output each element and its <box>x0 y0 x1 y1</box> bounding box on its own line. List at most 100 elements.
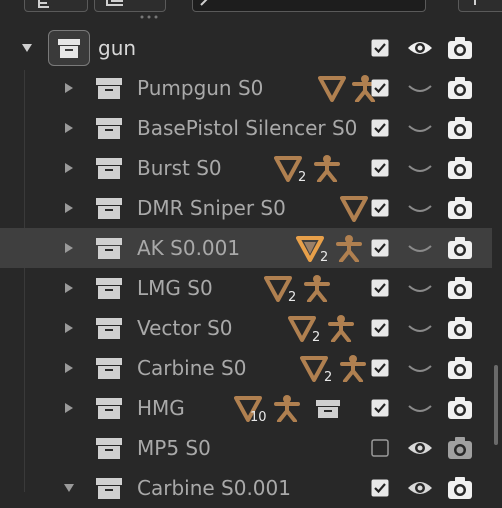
armature-icon[interactable] <box>314 154 340 182</box>
expand-down-icon[interactable] <box>20 41 34 55</box>
filter-options-button[interactable] <box>458 0 502 12</box>
camera-icon[interactable] <box>446 155 474 181</box>
exclude-checkbox[interactable] <box>371 479 389 497</box>
expand-down-icon[interactable] <box>62 481 76 495</box>
funnel-icon <box>474 0 476 5</box>
expand-right-icon[interactable] <box>62 161 76 175</box>
collection-icon <box>96 478 122 499</box>
camera-icon[interactable] <box>446 435 474 461</box>
exclude-checkbox[interactable] <box>371 39 389 57</box>
object-row[interactable]: Pumpgun S0 <box>0 68 492 108</box>
eye-closed-icon[interactable] <box>406 76 434 100</box>
object-row[interactable]: LMG S0 2 <box>0 268 492 308</box>
camera-icon[interactable] <box>446 275 474 301</box>
object-row[interactable]: Burst S0 2 <box>0 148 492 188</box>
armature-icon[interactable] <box>304 274 330 302</box>
mesh-data-icon[interactable] <box>318 74 346 102</box>
eye-closed-icon[interactable] <box>406 356 434 380</box>
layers-icon <box>106 0 123 6</box>
modifier-count: 2 <box>288 290 297 305</box>
object-name: Carbine S0 <box>137 356 247 380</box>
eye-closed-icon[interactable] <box>406 396 434 420</box>
object-name: Burst S0 <box>137 156 222 180</box>
object-name: AK S0.001 <box>137 236 241 260</box>
camera-icon[interactable] <box>446 115 474 141</box>
exclude-checkbox[interactable] <box>371 199 389 217</box>
collection-icon[interactable] <box>314 394 342 422</box>
eye-closed-icon[interactable] <box>406 196 434 220</box>
exclude-checkbox[interactable] <box>371 319 389 337</box>
eye-icon[interactable] <box>406 436 434 460</box>
camera-icon[interactable] <box>446 395 474 421</box>
object-name: Pumpgun S0 <box>137 76 264 100</box>
camera-icon[interactable] <box>446 75 474 101</box>
eye-closed-icon[interactable] <box>406 236 434 260</box>
modifier-count: 2 <box>324 370 333 385</box>
object-row[interactable]: MP5 S0 <box>0 428 492 468</box>
collection-icon <box>96 318 122 339</box>
object-name: Vector S0 <box>137 316 233 340</box>
object-name: LMG S0 <box>137 276 213 300</box>
exclude-checkbox[interactable] <box>371 239 389 257</box>
armature-icon[interactable] <box>274 394 300 422</box>
expand-right-icon[interactable] <box>62 321 76 335</box>
exclude-checkbox[interactable] <box>371 279 389 297</box>
exclude-checkbox[interactable] <box>371 119 389 137</box>
expand-right-icon[interactable] <box>62 281 76 295</box>
mesh-data-icon[interactable] <box>340 194 368 222</box>
object-name: HMG <box>137 396 185 420</box>
eye-icon[interactable] <box>406 36 434 60</box>
camera-icon[interactable] <box>446 235 474 261</box>
object-row[interactable]: DMR Sniper S0 <box>0 188 492 228</box>
eye-closed-icon[interactable] <box>406 116 434 140</box>
armature-icon[interactable] <box>328 314 354 342</box>
collection-icon <box>96 78 122 99</box>
camera-icon[interactable] <box>446 35 474 61</box>
object-name: Carbine S0.001 <box>137 476 291 500</box>
expand-right-icon[interactable] <box>62 121 76 135</box>
expand-right-icon[interactable] <box>62 401 76 415</box>
object-row[interactable]: HMG 10 <box>0 388 492 428</box>
exclude-checkbox[interactable] <box>371 79 389 97</box>
eye-closed-icon[interactable] <box>406 316 434 340</box>
expand-right-icon[interactable] <box>62 201 76 215</box>
search-input[interactable] <box>192 0 426 12</box>
collection-icon <box>96 158 122 179</box>
hierarchy-icon <box>38 0 49 8</box>
eye-closed-icon[interactable] <box>406 276 434 300</box>
outliner-header <box>0 0 502 19</box>
camera-icon[interactable] <box>446 195 474 221</box>
object-row[interactable]: Carbine S0 2 <box>0 348 492 388</box>
camera-icon[interactable] <box>446 475 474 501</box>
expand-right-icon[interactable] <box>62 241 76 255</box>
object-row[interactable]: Carbine S0.001 <box>0 468 492 508</box>
camera-icon[interactable] <box>446 355 474 381</box>
collection-icon <box>96 278 122 299</box>
exclude-checkbox[interactable] <box>371 359 389 377</box>
collection-icon <box>96 438 122 459</box>
collection-icon <box>48 30 90 66</box>
expand-right-icon[interactable] <box>62 81 76 95</box>
object-row[interactable]: AK S0.001 2 <box>0 228 492 268</box>
eye-closed-icon[interactable] <box>406 156 434 180</box>
armature-icon[interactable] <box>340 354 366 382</box>
collection-row-gun[interactable]: gun <box>0 28 492 68</box>
expand-right-icon[interactable] <box>62 361 76 375</box>
exclude-checkbox[interactable] <box>371 399 389 417</box>
exclude-checkbox[interactable] <box>371 439 389 457</box>
eye-icon[interactable] <box>406 476 434 500</box>
object-name: MP5 S0 <box>137 436 211 460</box>
filter-button[interactable] <box>24 0 88 12</box>
camera-icon[interactable] <box>446 315 474 341</box>
armature-icon[interactable] <box>336 234 362 262</box>
scrollbar[interactable] <box>494 365 498 445</box>
modifier-count: 10 <box>250 410 267 425</box>
exclude-checkbox[interactable] <box>371 159 389 177</box>
modifier-count: 2 <box>298 170 307 185</box>
object-row[interactable]: BasePistol Silencer S0 <box>0 108 492 148</box>
collection-icon <box>96 398 122 419</box>
object-name: DMR Sniper S0 <box>137 196 286 220</box>
display-mode-button[interactable] <box>94 0 166 12</box>
object-row[interactable]: Vector S0 2 <box>0 308 492 348</box>
collection-icon <box>96 238 122 259</box>
